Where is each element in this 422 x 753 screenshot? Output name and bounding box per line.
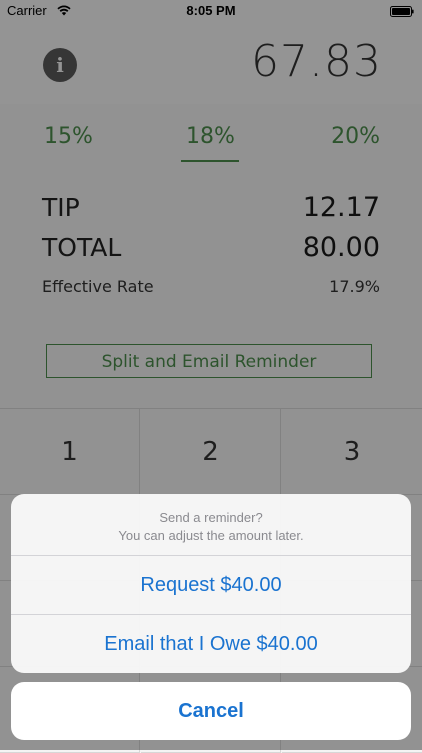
action-sheet-subtitle: You can adjust the amount later. bbox=[118, 528, 304, 543]
action-sheet: Send a reminder? You can adjust the amou… bbox=[11, 494, 411, 673]
action-sheet-title: Send a reminder? bbox=[159, 510, 263, 525]
email-owe-amount-button[interactable]: Email that I Owe $40.00 bbox=[11, 615, 411, 673]
action-sheet-message: Send a reminder? You can adjust the amou… bbox=[11, 494, 411, 556]
cancel-button[interactable]: Cancel bbox=[11, 682, 411, 740]
request-amount-button[interactable]: Request $40.00 bbox=[11, 556, 411, 615]
